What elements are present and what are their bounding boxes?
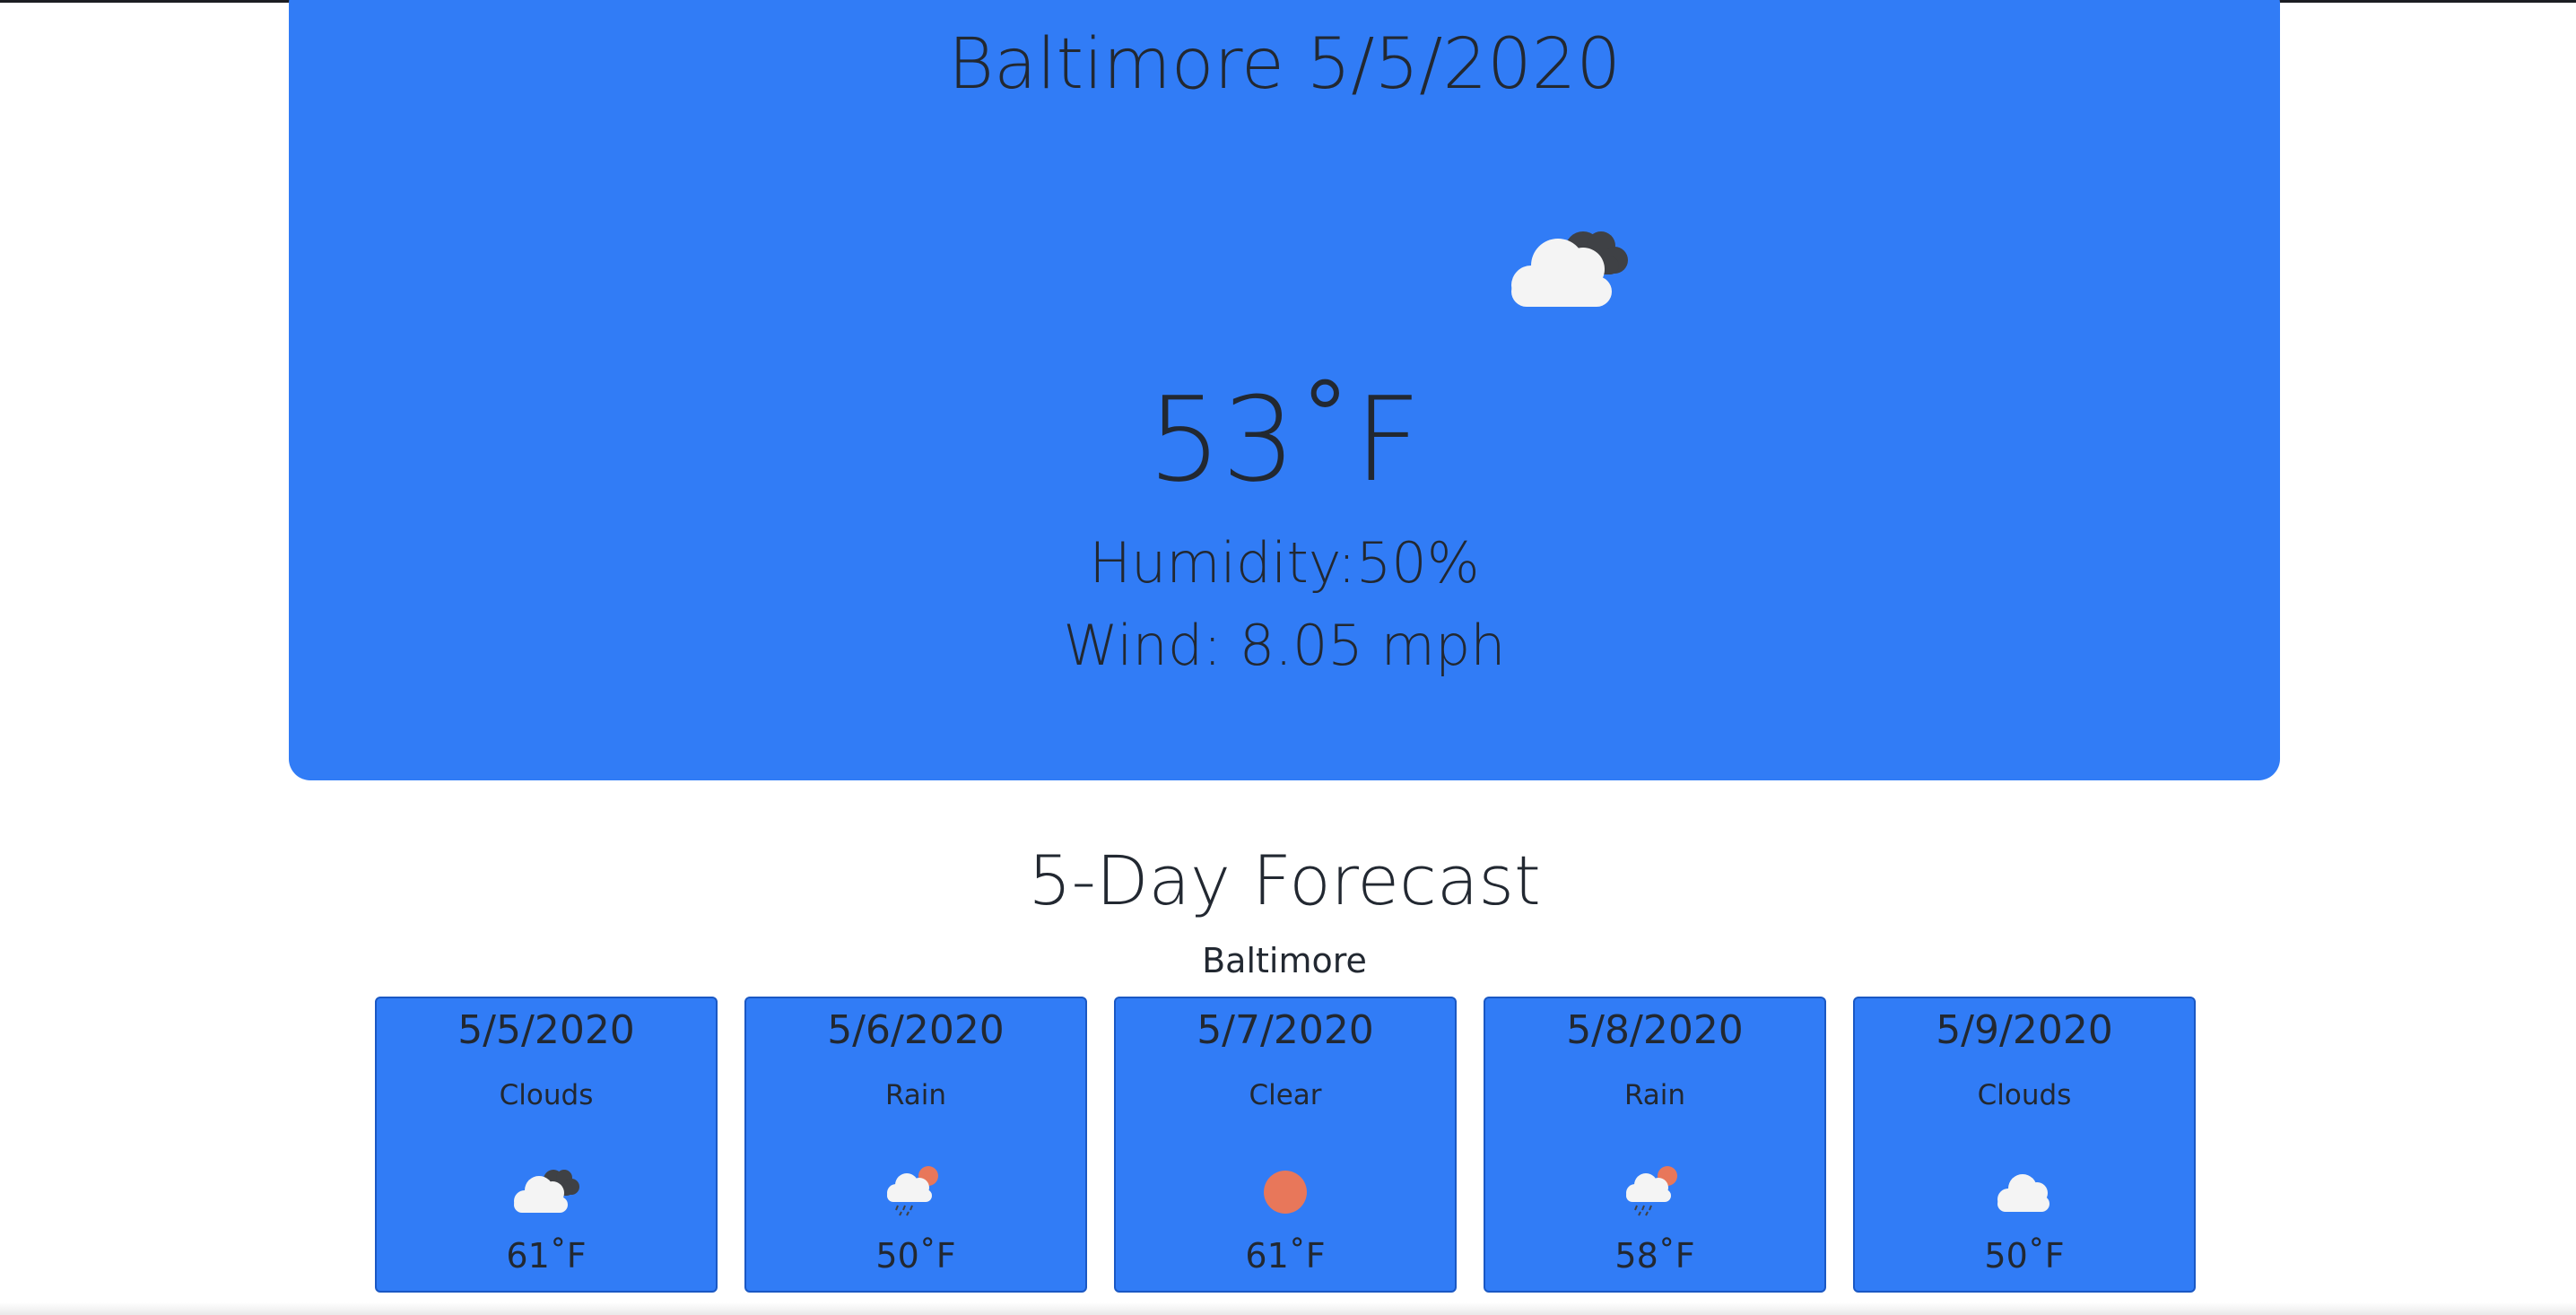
clouds-icon (1511, 231, 1628, 307)
forecast-date: 5/8/2020 (1566, 1007, 1744, 1053)
window-bottom-edge (0, 1302, 2576, 1315)
forecast-temperature: 61˚F (1245, 1236, 1326, 1276)
forecast-row: 5/5/2020 Clouds 61˚F 5/6/2020 Rain 50˚F … (375, 997, 2196, 1293)
forecast-date: 5/6/2020 (827, 1007, 1005, 1053)
current-title: Baltimore 5/5/2020 (948, 24, 1621, 105)
forecast-card: 5/9/2020 Clouds 50˚F (1853, 997, 2196, 1293)
forecast-city: Baltimore (1202, 941, 1367, 980)
current-temperature: 53˚F (1147, 371, 1422, 508)
forecast-card: 5/7/2020 Clear 61˚F (1114, 997, 1457, 1293)
current-weather-card: Baltimore 5/5/2020 53˚F Humidity:50% Win… (289, 0, 2280, 780)
forecast-condition: Rain (1623, 1079, 1686, 1111)
rain-icon (1626, 1166, 1677, 1216)
forecast-condition: Clouds (499, 1079, 594, 1111)
forecast-temperature: 58˚F (1614, 1236, 1695, 1276)
forecast-temperature: 50˚F (1984, 1236, 2065, 1276)
forecast-heading: 5-Day Forecast (1028, 840, 1541, 920)
current-humidity: Humidity:50% (1089, 530, 1480, 596)
forecast-date: 5/7/2020 (1197, 1007, 1374, 1053)
current-wind: Wind: 8.05 mph (1063, 613, 1506, 678)
forecast-card: 5/8/2020 Rain 58˚F (1484, 997, 1826, 1293)
forecast-condition: Clouds (1977, 1079, 2072, 1111)
forecast-card: 5/6/2020 Rain 50˚F (744, 997, 1087, 1293)
rain-icon (887, 1166, 938, 1216)
forecast-date: 5/5/2020 (457, 1007, 635, 1053)
forecast-condition: Clear (1249, 1079, 1322, 1111)
clear-sun-icon (1264, 1171, 1307, 1214)
clouds-icon (514, 1170, 579, 1213)
forecast-condition: Rain (884, 1079, 947, 1111)
forecast-temperature: 50˚F (875, 1236, 956, 1276)
forecast-date: 5/9/2020 (1936, 1007, 2113, 1053)
forecast-temperature: 61˚F (506, 1236, 587, 1276)
forecast-card: 5/5/2020 Clouds 61˚F (375, 997, 718, 1293)
cloud-icon (1997, 1174, 2049, 1212)
